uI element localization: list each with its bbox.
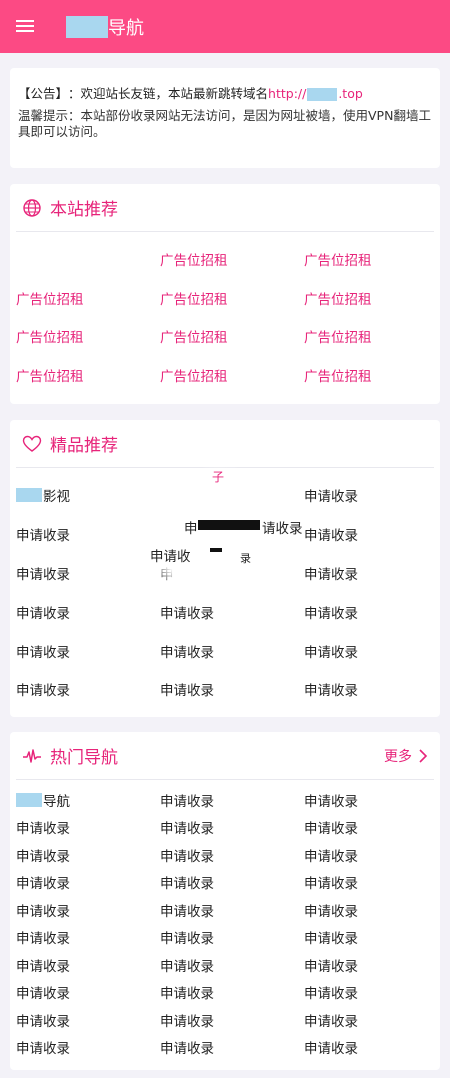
featured-item[interactable]: 申请收录 (298, 515, 440, 554)
domain-link-suffix: .top (338, 86, 363, 101)
more-label: 更多 (384, 748, 412, 765)
hot-nav-item[interactable]: 申请收录 (10, 1006, 154, 1034)
featured-card: 精品推荐 影视 申请收录 申请收录 申请收录 申请收录 申 申请收录 申请收录 … (10, 420, 440, 717)
recommend-header: 本站推荐 (16, 184, 434, 232)
recommend-item[interactable]: 广告位招租 (154, 317, 298, 356)
featured-item[interactable]: 申请收录 (10, 592, 154, 631)
hot-nav-item[interactable]: 申请收录 (154, 979, 298, 1007)
hot-nav-header: 热门导航 更多 (16, 732, 434, 780)
featured-item[interactable]: 申请收录 (154, 592, 298, 631)
hot-nav-item[interactable]: 申请收录 (10, 924, 154, 952)
hot-nav-grid: 导航 申请收录 申请收录 申请收录 申请收录 申请收录 申请收录 申请收录 申请… (10, 780, 440, 1061)
notice-card: 【公告】 ：欢迎站长友链，本站最新跳转域名 http:// .top 温馨提示：… (10, 68, 440, 168)
notice-line: 【公告】 ：欢迎站长友链，本站最新跳转域名 http:// .top (18, 86, 432, 102)
recommend-item[interactable]: 广告位招租 (10, 279, 154, 318)
recommend-item[interactable]: 广告位招租 (10, 356, 154, 395)
notice-text: ：欢迎站长友链，本站最新跳转域名 (68, 86, 269, 101)
featured-item[interactable]: 申请收录 (10, 554, 154, 593)
menu-icon[interactable] (14, 17, 36, 35)
heart-icon (22, 435, 42, 452)
chevron-right-icon (419, 748, 428, 763)
featured-item-label: 影视 (43, 489, 70, 506)
site-brand[interactable]: 导航 (66, 14, 144, 40)
featured-item[interactable]: 申请收录 (298, 631, 440, 670)
featured-item[interactable] (154, 515, 298, 554)
hot-nav-item[interactable]: 申请收录 (298, 1034, 440, 1062)
recommend-card: 本站推荐 广告位招租 广告位招租 广告位招租 广告位招租 广告位招租 广告位招租… (10, 184, 440, 404)
hot-nav-item[interactable]: 申请收录 (10, 951, 154, 979)
hot-nav-item[interactable]: 导航 (10, 786, 154, 814)
hot-nav-item[interactable]: 申请收录 (298, 896, 440, 924)
featured-item[interactable]: 申请收录 (298, 670, 440, 709)
hot-nav-item[interactable]: 申请收录 (10, 896, 154, 924)
recommend-item[interactable] (10, 240, 154, 279)
hot-nav-card: 热门导航 更多 导航 申请收录 申请收录 申请收录 申请收录 申请收录 申请收录… (10, 732, 440, 1070)
hot-nav-item[interactable]: 申请收录 (298, 869, 440, 897)
recommend-item[interactable]: 广告位招租 (298, 240, 440, 279)
featured-grid: 影视 申请收录 申请收录 申请收录 申请收录 申 申请收录 申请收录 申请收录 … (10, 468, 440, 709)
hot-nav-item[interactable]: 申请收录 (298, 951, 440, 979)
featured-item[interactable]: 申请收录 (10, 631, 154, 670)
featured-item[interactable]: 申请收录 (10, 670, 154, 709)
hot-nav-item[interactable]: 申请收录 (298, 1006, 440, 1034)
hot-nav-item[interactable]: 申请收录 (154, 1006, 298, 1034)
recommend-item[interactable]: 广告位招租 (298, 317, 440, 356)
featured-item[interactable]: 申请收录 (154, 631, 298, 670)
featured-header: 精品推荐 (16, 420, 434, 468)
more-link[interactable]: 更多 (384, 746, 428, 766)
hot-nav-item[interactable]: 申请收录 (154, 786, 298, 814)
hot-nav-item[interactable]: 申请收录 (154, 1034, 298, 1062)
hot-nav-item-label: 导航 (43, 793, 70, 810)
recommend-grid: 广告位招租 广告位招租 广告位招租 广告位招租 广告位招租 广告位招租 广告位招… (10, 232, 440, 394)
notice-label: 【公告】 (18, 86, 69, 101)
recommend-title: 本站推荐 (50, 200, 118, 220)
hot-nav-item[interactable]: 申请收录 (10, 869, 154, 897)
hot-nav-item[interactable]: 申请收录 (154, 924, 298, 952)
globe-icon (23, 198, 41, 217)
hot-nav-item[interactable]: 申请收录 (10, 814, 154, 842)
featured-item[interactable]: 影视 (10, 476, 154, 515)
hot-nav-item[interactable]: 申请收录 (154, 951, 298, 979)
featured-item[interactable]: 申请收录 (298, 554, 440, 593)
hot-nav-item[interactable]: 申请收录 (298, 979, 440, 1007)
recommend-item[interactable]: 广告位招租 (10, 317, 154, 356)
recommend-item[interactable]: 广告位招租 (298, 279, 440, 318)
featured-title: 精品推荐 (50, 436, 118, 456)
recommend-item[interactable]: 广告位招租 (154, 240, 298, 279)
hot-nav-item[interactable]: 申请收录 (10, 1034, 154, 1062)
hot-nav-item[interactable]: 申请收录 (154, 814, 298, 842)
hot-nav-item[interactable]: 申请收录 (10, 979, 154, 1007)
hot-nav-title: 热门导航 (50, 748, 118, 768)
domain-link-prefix: http:// (268, 86, 307, 101)
hot-nav-item[interactable]: 申请收录 (154, 869, 298, 897)
featured-item[interactable]: 申请收录 (10, 515, 154, 554)
featured-item[interactable]: 申 (154, 554, 298, 593)
featured-item[interactable]: 申请收录 (154, 670, 298, 709)
hot-nav-item[interactable]: 申请收录 (10, 841, 154, 869)
recommend-item[interactable]: 广告位招租 (154, 279, 298, 318)
featured-item[interactable]: 申请收录 (298, 476, 440, 515)
hot-nav-item[interactable]: 申请收录 (298, 786, 440, 814)
top-navbar: 导航 (0, 0, 450, 53)
domain-link[interactable]: http:// .top (268, 86, 363, 102)
recommend-item[interactable]: 广告位招租 (298, 356, 440, 395)
featured-item[interactable] (154, 476, 298, 515)
notice-tip: 温馨提示：本站部份收录网站无法访问，是因为网址被墙，使用VPN翻墙工具即可以访问… (18, 108, 431, 139)
site-title: 导航 (108, 18, 144, 39)
recommend-item[interactable]: 广告位招租 (154, 356, 298, 395)
redacted-block (16, 488, 42, 503)
brand-redacted-block (66, 16, 108, 38)
hot-nav-item[interactable]: 申请收录 (298, 924, 440, 952)
hot-nav-item[interactable]: 申请收录 (154, 896, 298, 924)
hot-nav-item[interactable]: 申请收录 (298, 841, 440, 869)
featured-item[interactable]: 申请收录 (298, 592, 440, 631)
redacted-block (16, 792, 42, 807)
pulse-icon (23, 748, 41, 763)
hot-nav-item[interactable]: 申请收录 (298, 814, 440, 842)
hot-nav-item[interactable]: 申请收录 (154, 841, 298, 869)
domain-redacted-block (307, 87, 338, 101)
